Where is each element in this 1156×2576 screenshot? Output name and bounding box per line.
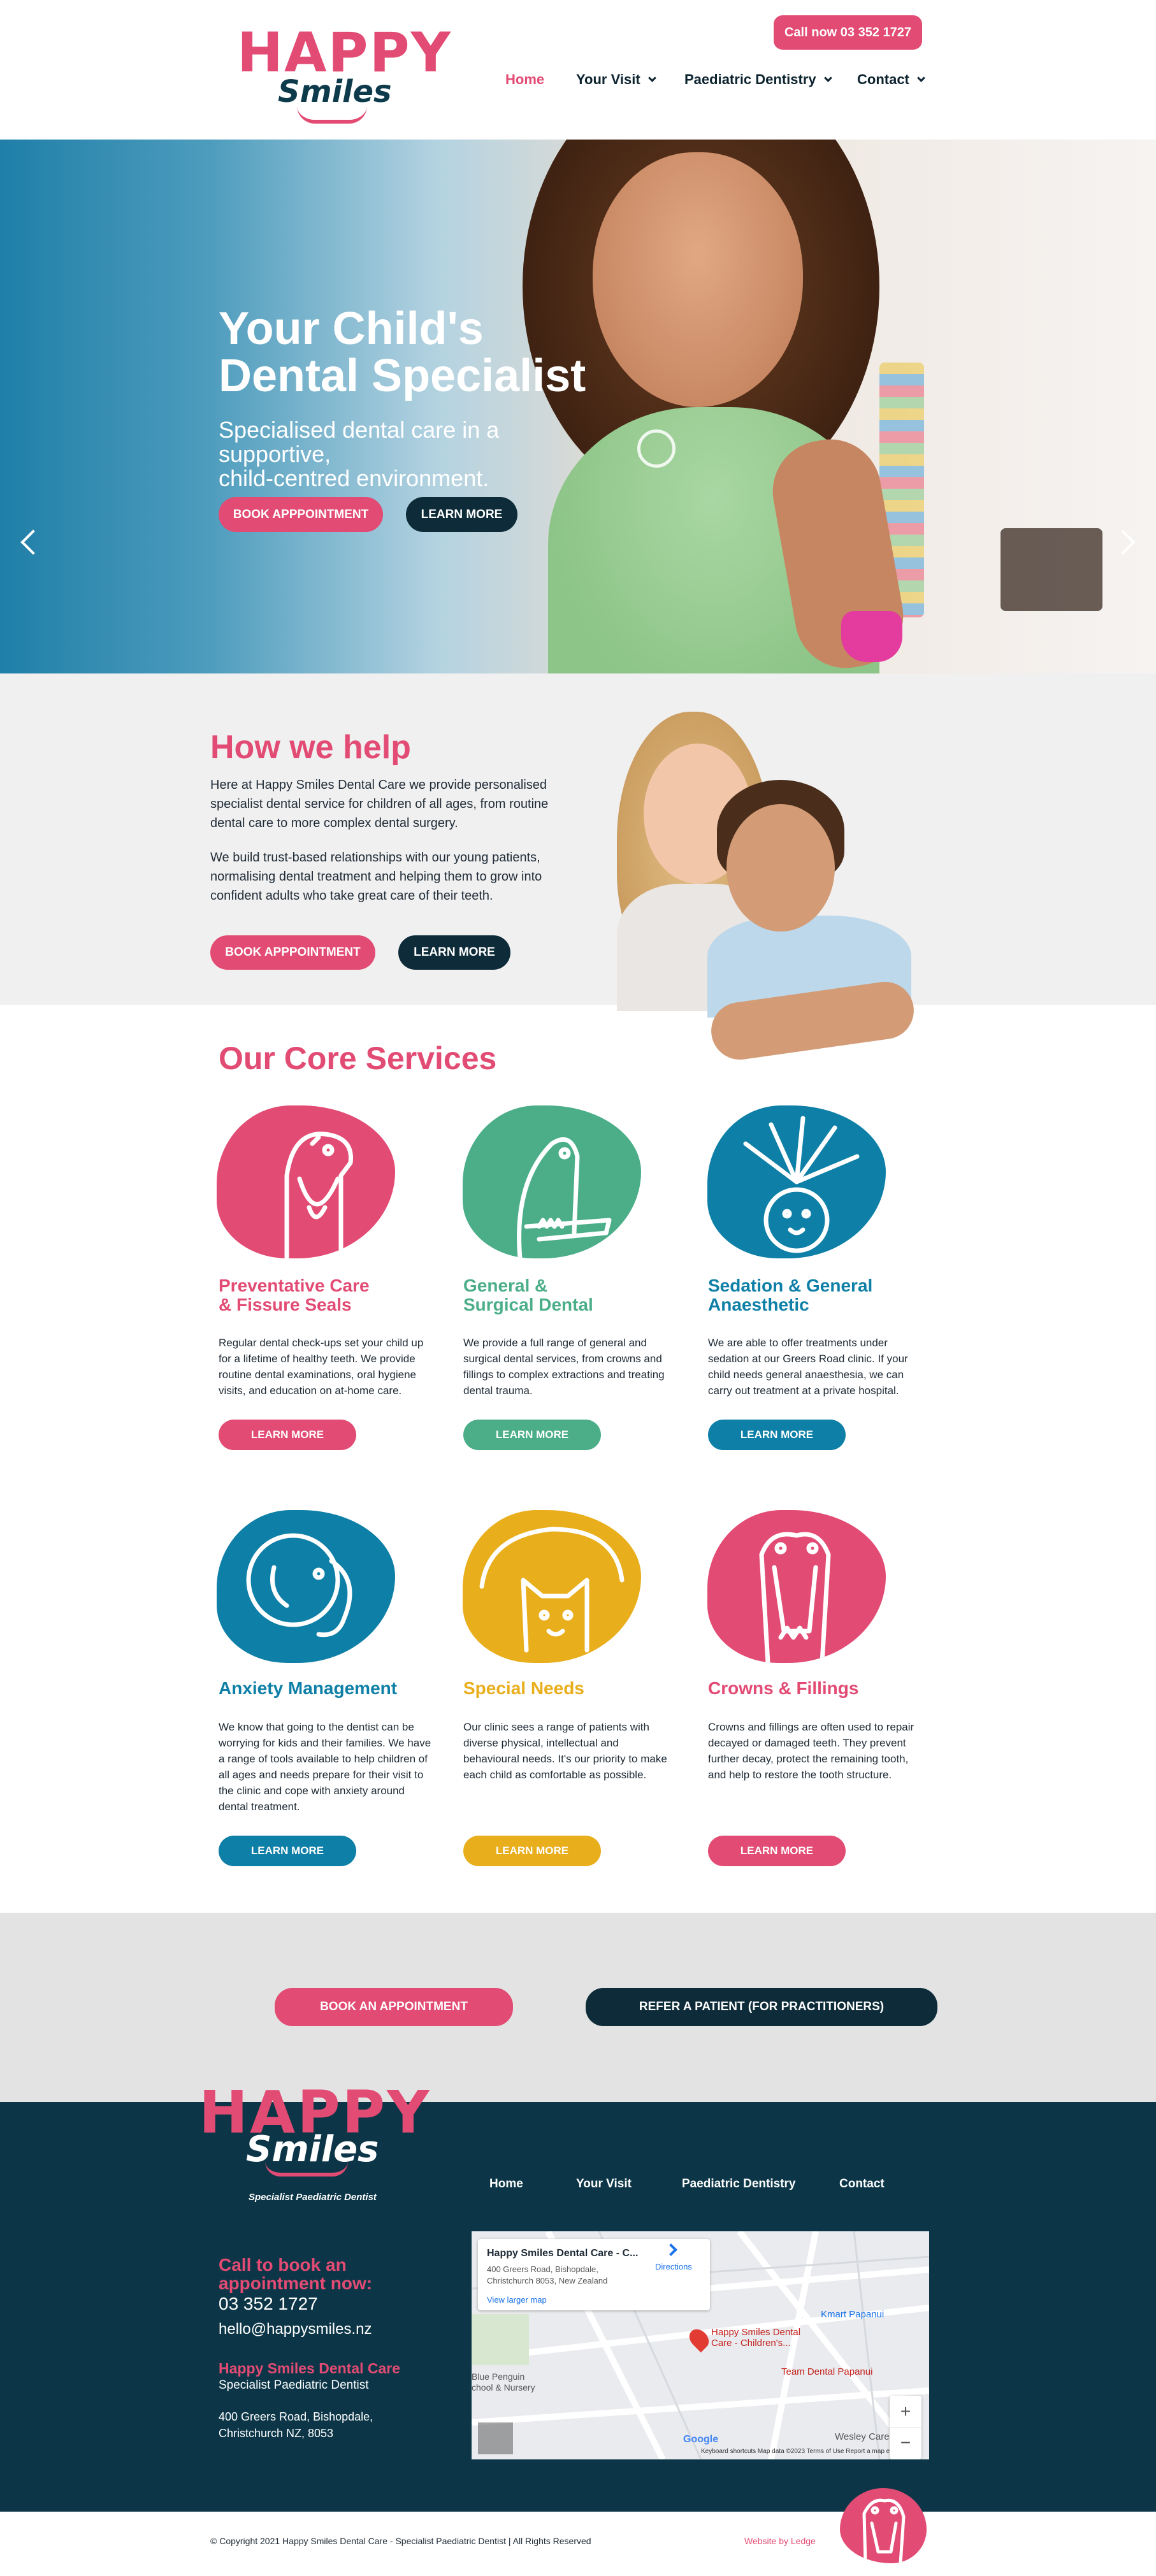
hero-box-bg [1001, 528, 1102, 611]
learn-more-crowns-fillings-button[interactable]: LEARN MORE [708, 1836, 846, 1866]
service-desc-crowns-fillings: Crowns and fillings are often used to re… [708, 1721, 914, 1781]
footer-tagline: Specialist Paediatric Dentist [249, 2192, 377, 2203]
view-larger-map-link[interactable]: View larger map [487, 2295, 547, 2305]
how-we-help-paragraph-2: We build trust-based relationships with … [210, 851, 542, 903]
how-we-help-paragraph-1: Here at Happy Smiles Dental Care we prov… [210, 778, 549, 830]
map-blue-penguin-label: Blue Penguin chool & Nursery [472, 2371, 535, 2393]
service-title-anxiety: Anxiety Management [219, 1678, 398, 1698]
zoom-out-button[interactable]: − [890, 2428, 921, 2459]
help-book-button[interactable]: BOOK APPPOINTMENT [210, 935, 375, 970]
logo-smile-curve [297, 106, 367, 124]
service-title-sedation: Sedation & General Anaesthetic [708, 1276, 873, 1314]
footer-address: 400 Greers Road, Bishopdale, Christchurc… [219, 2410, 373, 2440]
directions-link[interactable]: Directions [655, 2262, 692, 2271]
learn-more-anxiety-button[interactable]: LEARN MORE [219, 1836, 356, 1866]
hero-learn-more-button[interactable]: LEARN MORE [406, 497, 517, 532]
core-services-title: Our Core Services [219, 1040, 497, 1076]
bubble-wand [637, 429, 676, 468]
chevron-down-icon [647, 73, 656, 82]
nav-your-visit[interactable]: Your Visit [576, 70, 656, 89]
map-attribution[interactable]: Keyboard shortcuts Map data ©2023 Terms … [701, 2448, 900, 2455]
service-title-general-surgical: General & Surgical Dental [463, 1276, 593, 1314]
hero-title: Your Child's Dental Specialist [219, 303, 586, 401]
nav-contact[interactable]: Contact [857, 70, 925, 89]
nav-paediatric-dentistry[interactable]: Paediatric Dentistry [684, 70, 832, 89]
book-appointment-button[interactable]: BOOK AN APPOINTMENT [275, 1988, 513, 2026]
footer-nav-home[interactable]: Home [489, 2177, 523, 2191]
how-we-help-title: How we help [210, 729, 411, 766]
cat-icon [463, 1510, 641, 1663]
map-team-dental-label: Team Dental Papanui [781, 2366, 873, 2377]
map-zoom-controls: + − [890, 2396, 921, 2459]
chevron-left-icon[interactable] [20, 529, 46, 555]
bubble-bottle [841, 611, 902, 662]
help-learn-more-button[interactable]: LEARN MORE [398, 935, 510, 970]
chevron-right-icon[interactable] [1110, 529, 1136, 555]
google-logo: Google [683, 2434, 719, 2445]
footer-clinic-name: Happy Smiles Dental Care [219, 2360, 401, 2377]
service-title-crowns-fillings: Crowns & Fillings [708, 1678, 859, 1698]
service-desc-preventative: Regular dental check-ups set your child … [219, 1337, 424, 1397]
nav-home[interactable]: Home [505, 70, 544, 89]
map-pin-label: Happy Smiles Dental Care - Children's... [711, 2327, 801, 2349]
footer-nav-paediatric-dentistry[interactable]: Paediatric Dentistry [682, 2177, 795, 2191]
logo-happy-text: HAPPY [237, 21, 452, 85]
hippo-icon [840, 2488, 927, 2563]
copyright-text: © Copyright 2021 Happy Smiles Dental Car… [210, 2536, 591, 2546]
crocodile-icon [463, 1105, 641, 1258]
website-credit-link[interactable]: Website by Ledge [744, 2536, 816, 2546]
chevron-down-icon [823, 73, 832, 82]
hero-banner: Your Child's Dental Specialist Specialis… [0, 140, 1156, 673]
lion-icon [707, 1105, 886, 1258]
footer-clinic-sub: Specialist Paediatric Dentist [219, 2378, 369, 2392]
service-desc-general-surgical: We provide a full range of general and s… [463, 1337, 665, 1397]
elephant-icon [217, 1510, 395, 1663]
hippo-icon [217, 1105, 395, 1258]
map-kmart-label: Kmart Papanui [821, 2309, 885, 2320]
footer-email-link[interactable]: hello@happysmiles.nz [219, 2321, 372, 2338]
hippo-icon [707, 1510, 886, 1663]
learn-more-general-surgical-button[interactable]: LEARN MORE [463, 1420, 601, 1450]
footer-nav-contact[interactable]: Contact [839, 2177, 885, 2191]
how-we-help-section: How we help Here at Happy Smiles Dental … [0, 673, 1156, 1063]
service-desc-anxiety: We know that going to the dentist can be… [219, 1721, 431, 1813]
zoom-in-button[interactable]: + [890, 2396, 921, 2428]
directions-icon[interactable] [665, 2243, 677, 2256]
service-desc-special-needs: Our clinic sees a range of patients with… [463, 1721, 667, 1781]
cta-band: BOOK AN APPOINTMENT REFER A PATIENT (FOR… [0, 1913, 1156, 2102]
service-title-special-needs: Special Needs [463, 1678, 584, 1698]
map-wesley-label: Wesley Care [835, 2431, 890, 2442]
hero-subtitle: Specialised dental care in a supportive,… [219, 417, 500, 491]
learn-more-preventative-button[interactable]: LEARN MORE [219, 1420, 356, 1450]
service-title-preventative: Preventative Care & Fissure Seals [219, 1276, 370, 1314]
hero-book-button[interactable]: BOOK APPPOINTMENT [219, 497, 383, 532]
logo-smiles-text: Smiles [278, 74, 392, 110]
map-info-card: Happy Smiles Dental Care - C... 400 Gree… [478, 2239, 710, 2310]
learn-more-sedation-button[interactable]: LEARN MORE [708, 1420, 846, 1450]
footer-call-heading: Call to book an appointment now: [219, 2255, 373, 2293]
call-now-button[interactable]: Call now 03 352 1727 [774, 15, 922, 50]
service-desc-sedation: We are able to offer treatments under se… [708, 1337, 908, 1397]
refer-patient-button[interactable]: REFER A PATIENT (FOR PRACTITIONERS) [586, 1988, 937, 2026]
footer-logo-smile-curve [265, 2161, 348, 2177]
learn-more-special-needs-button[interactable]: LEARN MORE [463, 1836, 601, 1866]
footer-phone-link[interactable]: 03 352 1727 [219, 2294, 318, 2314]
site-header: HAPPY Smiles Call now 03 352 1727 Home Y… [0, 0, 1156, 140]
google-map[interactable]: Happy Smiles Dental Care - C... 400 Gree… [472, 2231, 929, 2459]
footer-nav-your-visit[interactable]: Your Visit [576, 2177, 632, 2191]
chevron-down-icon [917, 73, 925, 82]
